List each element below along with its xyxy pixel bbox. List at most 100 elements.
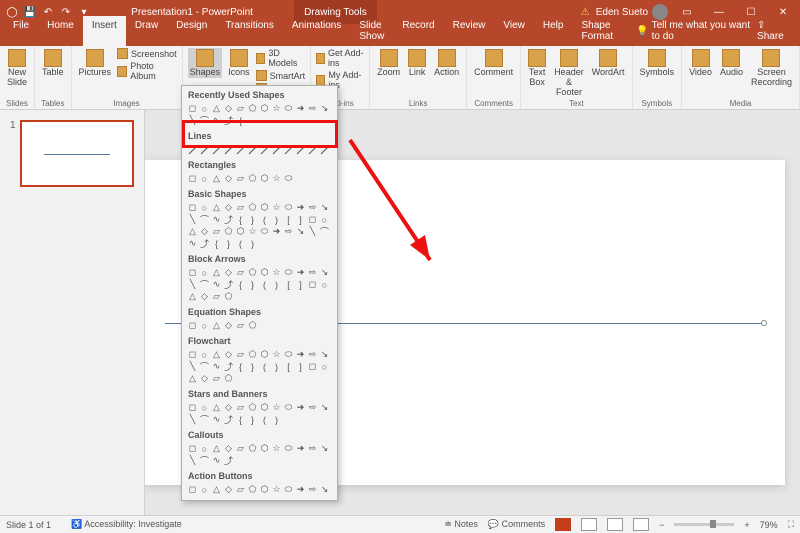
symbols-button[interactable]: Symbols — [638, 48, 677, 78]
shape-option[interactable]: ∿ — [211, 115, 222, 126]
shape-option[interactable]: ⬭ — [283, 402, 294, 413]
shape-option[interactable]: △ — [211, 202, 222, 213]
tab-design[interactable]: Design — [167, 16, 216, 46]
shape-option[interactable]: ▱ — [235, 173, 246, 184]
3d-models-button[interactable]: 3D Models — [256, 48, 306, 68]
slide-thumbnail[interactable] — [20, 120, 134, 187]
shape-option[interactable]: △ — [211, 103, 222, 114]
shape-option[interactable]: ➜ — [295, 267, 306, 278]
shape-option[interactable] — [307, 144, 318, 155]
shape-option[interactable]: { — [235, 214, 246, 225]
shape-option[interactable]: ⬠ — [247, 173, 258, 184]
shape-option[interactable]: ⤴ — [199, 238, 210, 249]
shape-option[interactable]: ↘ — [319, 103, 330, 114]
shape-option[interactable]: ∿ — [211, 214, 222, 225]
shape-option[interactable]: ⬭ — [283, 202, 294, 213]
shape-option[interactable]: ◻ — [187, 267, 198, 278]
shape-option[interactable]: ◇ — [223, 349, 234, 360]
shape-option[interactable]: ↘ — [319, 267, 330, 278]
shape-option[interactable]: ⤴ — [223, 279, 234, 290]
shape-option[interactable]: ▱ — [211, 373, 222, 384]
shape-option[interactable]: ◇ — [223, 202, 234, 213]
shape-option[interactable]: ) — [247, 238, 258, 249]
shape-option[interactable]: ⬡ — [259, 484, 270, 495]
screen-recording-button[interactable]: ScreenRecording — [749, 48, 794, 88]
slide-sorter-view-button[interactable] — [581, 518, 597, 531]
shape-option[interactable]: △ — [187, 373, 198, 384]
shape-option[interactable]: ➜ — [295, 349, 306, 360]
shape-option[interactable]: ◻ — [187, 349, 198, 360]
shape-option[interactable]: ▱ — [235, 320, 246, 331]
shape-option[interactable]: ◇ — [223, 267, 234, 278]
shape-option[interactable]: ○ — [199, 484, 210, 495]
shape-option[interactable]: ○ — [199, 173, 210, 184]
shape-option[interactable]: ▱ — [211, 291, 222, 302]
shapes-button[interactable]: Shapes — [188, 48, 223, 78]
shape-option[interactable]: ⤴ — [223, 214, 234, 225]
shape-option[interactable]: ) — [271, 414, 282, 425]
shape-option[interactable]: △ — [211, 320, 222, 331]
shape-option[interactable]: ⤴ — [223, 361, 234, 372]
shape-option[interactable]: ⬠ — [247, 484, 258, 495]
shape-option[interactable]: ⬠ — [223, 373, 234, 384]
shape-option[interactable]: ◻ — [187, 443, 198, 454]
shape-option[interactable]: ∿ — [211, 455, 222, 466]
zoom-level[interactable]: 79% — [760, 520, 778, 530]
shape-option[interactable]: △ — [187, 291, 198, 302]
shape-option[interactable]: ◻ — [187, 103, 198, 114]
new-slide-button[interactable]: NewSlide — [5, 48, 29, 88]
shape-option[interactable]: △ — [211, 443, 222, 454]
link-button[interactable]: Link — [406, 48, 428, 78]
shape-option[interactable]: ➜ — [295, 103, 306, 114]
shape-option[interactable]: ∿ — [211, 279, 222, 290]
shape-option[interactable]: △ — [187, 226, 198, 237]
shape-option[interactable]: ↘ — [319, 443, 330, 454]
shape-option[interactable]: [ — [283, 361, 294, 372]
notes-button[interactable]: ≐ Notes — [444, 519, 478, 530]
shape-option[interactable]: ⤴ — [223, 414, 234, 425]
shape-option[interactable]: ↘ — [319, 402, 330, 413]
shape-option[interactable] — [319, 144, 330, 155]
shape-option[interactable]: { — [235, 414, 246, 425]
audio-button[interactable]: Audio — [718, 48, 745, 78]
shape-option[interactable]: ☆ — [271, 173, 282, 184]
accessibility-status[interactable]: ♿ Accessibility: Investigate — [71, 519, 182, 530]
share-button[interactable]: ⇪ Share — [757, 20, 790, 42]
shape-option[interactable]: ⬡ — [259, 103, 270, 114]
shape-option[interactable]: ] — [295, 361, 306, 372]
zoom-button[interactable]: Zoom — [375, 48, 402, 78]
tab-help[interactable]: Help — [534, 16, 573, 46]
comment-button[interactable]: Comment — [472, 48, 515, 78]
tab-file[interactable]: File — [4, 16, 38, 46]
shape-option[interactable]: ⌒ — [199, 214, 210, 225]
shape-option[interactable]: ◇ — [223, 402, 234, 413]
shape-option[interactable]: ▱ — [235, 103, 246, 114]
shape-option[interactable]: ◻ — [307, 214, 318, 225]
shape-option[interactable]: ▱ — [235, 484, 246, 495]
shape-option[interactable] — [283, 144, 294, 155]
shape-option[interactable]: [ — [283, 214, 294, 225]
shape-option[interactable]: ➜ — [295, 443, 306, 454]
action-button[interactable]: Action — [432, 48, 461, 78]
shape-option[interactable]: ( — [259, 214, 270, 225]
shape-option[interactable]: ⬠ — [223, 226, 234, 237]
shape-option[interactable]: ⇨ — [307, 484, 318, 495]
shape-option[interactable]: ◻ — [187, 173, 198, 184]
shape-option[interactable]: ⬡ — [259, 173, 270, 184]
shape-option[interactable]: ☆ — [271, 484, 282, 495]
shape-option[interactable]: ○ — [199, 267, 210, 278]
shape-option[interactable]: ⬠ — [247, 267, 258, 278]
shape-option[interactable] — [187, 144, 198, 155]
zoom-out-button[interactable]: − — [659, 520, 664, 530]
shape-option[interactable]: ╲ — [307, 226, 318, 237]
shape-option[interactable]: ◻ — [187, 320, 198, 331]
shape-option[interactable] — [235, 144, 246, 155]
shape-option[interactable]: ➜ — [271, 226, 282, 237]
comments-button[interactable]: 💬 Comments — [488, 519, 545, 530]
shape-option[interactable]: ⇨ — [307, 402, 318, 413]
shape-option[interactable]: ⬭ — [283, 173, 294, 184]
shape-option[interactable]: ◇ — [223, 320, 234, 331]
text-box-button[interactable]: TextBox — [526, 48, 548, 88]
shape-option[interactable]: ╲ — [187, 361, 198, 372]
shape-option[interactable]: ⌒ — [199, 455, 210, 466]
